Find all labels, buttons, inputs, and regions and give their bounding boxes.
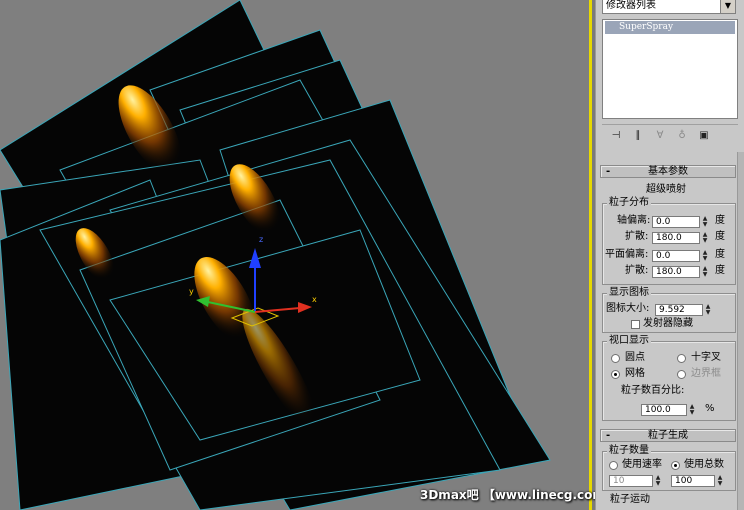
particle-percent-label: 粒子数百分比:: [621, 385, 685, 396]
axis-spread-label: 扩散:: [625, 231, 649, 242]
panel-scrollbar[interactable]: [737, 152, 744, 510]
particle-distribution-group: 粒子分布 轴偏离: 0.0 ▲ ▼ 度 扩散: 180.0 ▲ ▼ 度 平面偏离: …: [602, 196, 736, 285]
stack-item-superspray[interactable]: SuperSpray: [605, 21, 735, 34]
remove-modifier-icon[interactable]: ♁: [674, 128, 690, 144]
modifier-list-label: 修改器列表: [606, 0, 656, 11]
spinner-arrows-icon[interactable]: ▲ ▼: [704, 304, 712, 316]
plane-offset-label: 平面偏离:: [605, 249, 649, 260]
rate-field[interactable]: 10: [609, 475, 653, 487]
viewport-display-label: 视口显示: [607, 334, 651, 347]
spinner-arrows-icon[interactable]: ▲ ▼: [701, 266, 709, 278]
configure-modifier-sets-icon[interactable]: ▣: [696, 128, 712, 144]
axis-offset-unit: 度: [715, 215, 725, 226]
spinner-arrows-icon[interactable]: ▲ ▼: [654, 475, 662, 487]
plane-spread-label: 扩散:: [625, 265, 649, 276]
basic-params-header[interactable]: - 基本参数: [600, 165, 736, 178]
make-unique-icon[interactable]: ∀: [652, 128, 668, 144]
modifier-stack[interactable]: SuperSpray: [602, 19, 738, 119]
use-rate-label: 使用速率: [622, 459, 662, 470]
bbox-label: 边界框: [691, 368, 721, 379]
total-field[interactable]: 100: [671, 475, 715, 487]
chevron-down-icon[interactable]: ▼: [720, 0, 735, 13]
collapse-icon: -: [606, 166, 611, 177]
basic-params-rollout: - 基本参数 超级喷射 粒子分布 轴偏离: 0.0 ▲ ▼ 度 扩散: 180.0…: [600, 165, 736, 425]
spinner-arrows-icon[interactable]: ▲ ▼: [701, 216, 709, 228]
basic-params-title: 基本参数: [648, 166, 688, 177]
display-icon-label: 显示图标: [607, 286, 651, 299]
icon-size-field[interactable]: 9.592: [655, 304, 703, 316]
ticks-radio[interactable]: [677, 354, 686, 363]
hide-emitter-label: 发射器隐藏: [643, 318, 693, 329]
axis-offset-label: 轴偏离:: [617, 215, 651, 226]
spinner-arrows-icon[interactable]: ▲ ▼: [701, 250, 709, 262]
y-axis-label: y: [189, 287, 194, 296]
bbox-radio[interactable]: [677, 370, 686, 379]
viewport-display-group: 视口显示 圆点 十字叉 网格 边界框 粒子数百分比: 100.0 ▲ ▼ %: [602, 334, 736, 421]
hide-emitter-checkbox[interactable]: [631, 320, 640, 329]
use-rate-radio[interactable]: [609, 461, 618, 470]
superspray-subtitle: 超级喷射: [646, 184, 686, 195]
particle-distribution-label: 粒子分布: [607, 196, 651, 209]
modifier-list-dropdown[interactable]: 修改器列表 ▼: [602, 0, 736, 14]
spinner-arrows-icon[interactable]: ▲ ▼: [688, 404, 696, 416]
plane-offset-unit: 度: [715, 249, 725, 260]
dots-radio[interactable]: [611, 354, 620, 363]
dots-label: 圆点: [625, 352, 645, 363]
axis-offset-field[interactable]: 0.0: [652, 216, 700, 228]
particle-generation-header[interactable]: - 粒子生成: [600, 429, 736, 442]
command-panel: 修改器列表 ▼ SuperSpray ⊣ ∥ ∀ ♁ ▣ - 基本参数 超级喷射…: [595, 0, 744, 510]
ticks-label: 十字叉: [691, 352, 721, 363]
spinner-arrows-icon[interactable]: ▲ ▼: [701, 232, 709, 244]
particle-quantity-label: 粒子数量: [607, 444, 651, 457]
perspective-viewport[interactable]: z x y: [0, 0, 592, 510]
mesh-radio[interactable]: [611, 370, 620, 379]
plane-spread-unit: 度: [715, 265, 725, 276]
use-total-radio[interactable]: [671, 461, 680, 470]
particle-generation-rollout: - 粒子生成 粒子数量 使用速率 使用总数 10 ▲ ▼ 100 ▲ ▼ 粒子运动: [600, 429, 736, 510]
particle-percent-field[interactable]: 100.0: [641, 404, 687, 416]
plane-spread-field[interactable]: 180.0: [652, 266, 700, 278]
particle-percent-unit: %: [705, 403, 715, 414]
x-axis-label: x: [312, 295, 317, 304]
particle-motion-label: 粒子运动: [610, 494, 650, 505]
axis-spread-field[interactable]: 180.0: [652, 232, 700, 244]
axis-spread-unit: 度: [715, 231, 725, 242]
plane-offset-field[interactable]: 0.0: [652, 250, 700, 262]
particle-quantity-group: 粒子数量 使用速率 使用总数 10 ▲ ▼ 100 ▲ ▼: [602, 444, 736, 491]
spinner-arrows-icon[interactable]: ▲ ▼: [716, 475, 724, 487]
use-total-label: 使用总数: [684, 459, 724, 470]
particle-generation-title: 粒子生成: [648, 430, 688, 441]
collapse-icon: -: [606, 430, 611, 441]
display-icon-group: 显示图标 图标大小: 9.592 ▲ ▼ 发射器隐藏: [602, 286, 736, 333]
icon-size-label: 图标大小:: [606, 303, 650, 314]
stack-toolbar: ⊣ ∥ ∀ ♁ ▣: [602, 124, 738, 146]
show-end-result-icon[interactable]: ∥: [630, 128, 646, 144]
z-axis-label: z: [259, 235, 263, 244]
viewport-scene: z x y: [0, 0, 551, 510]
pin-stack-icon[interactable]: ⊣: [608, 128, 624, 144]
mesh-label: 网格: [625, 368, 645, 379]
